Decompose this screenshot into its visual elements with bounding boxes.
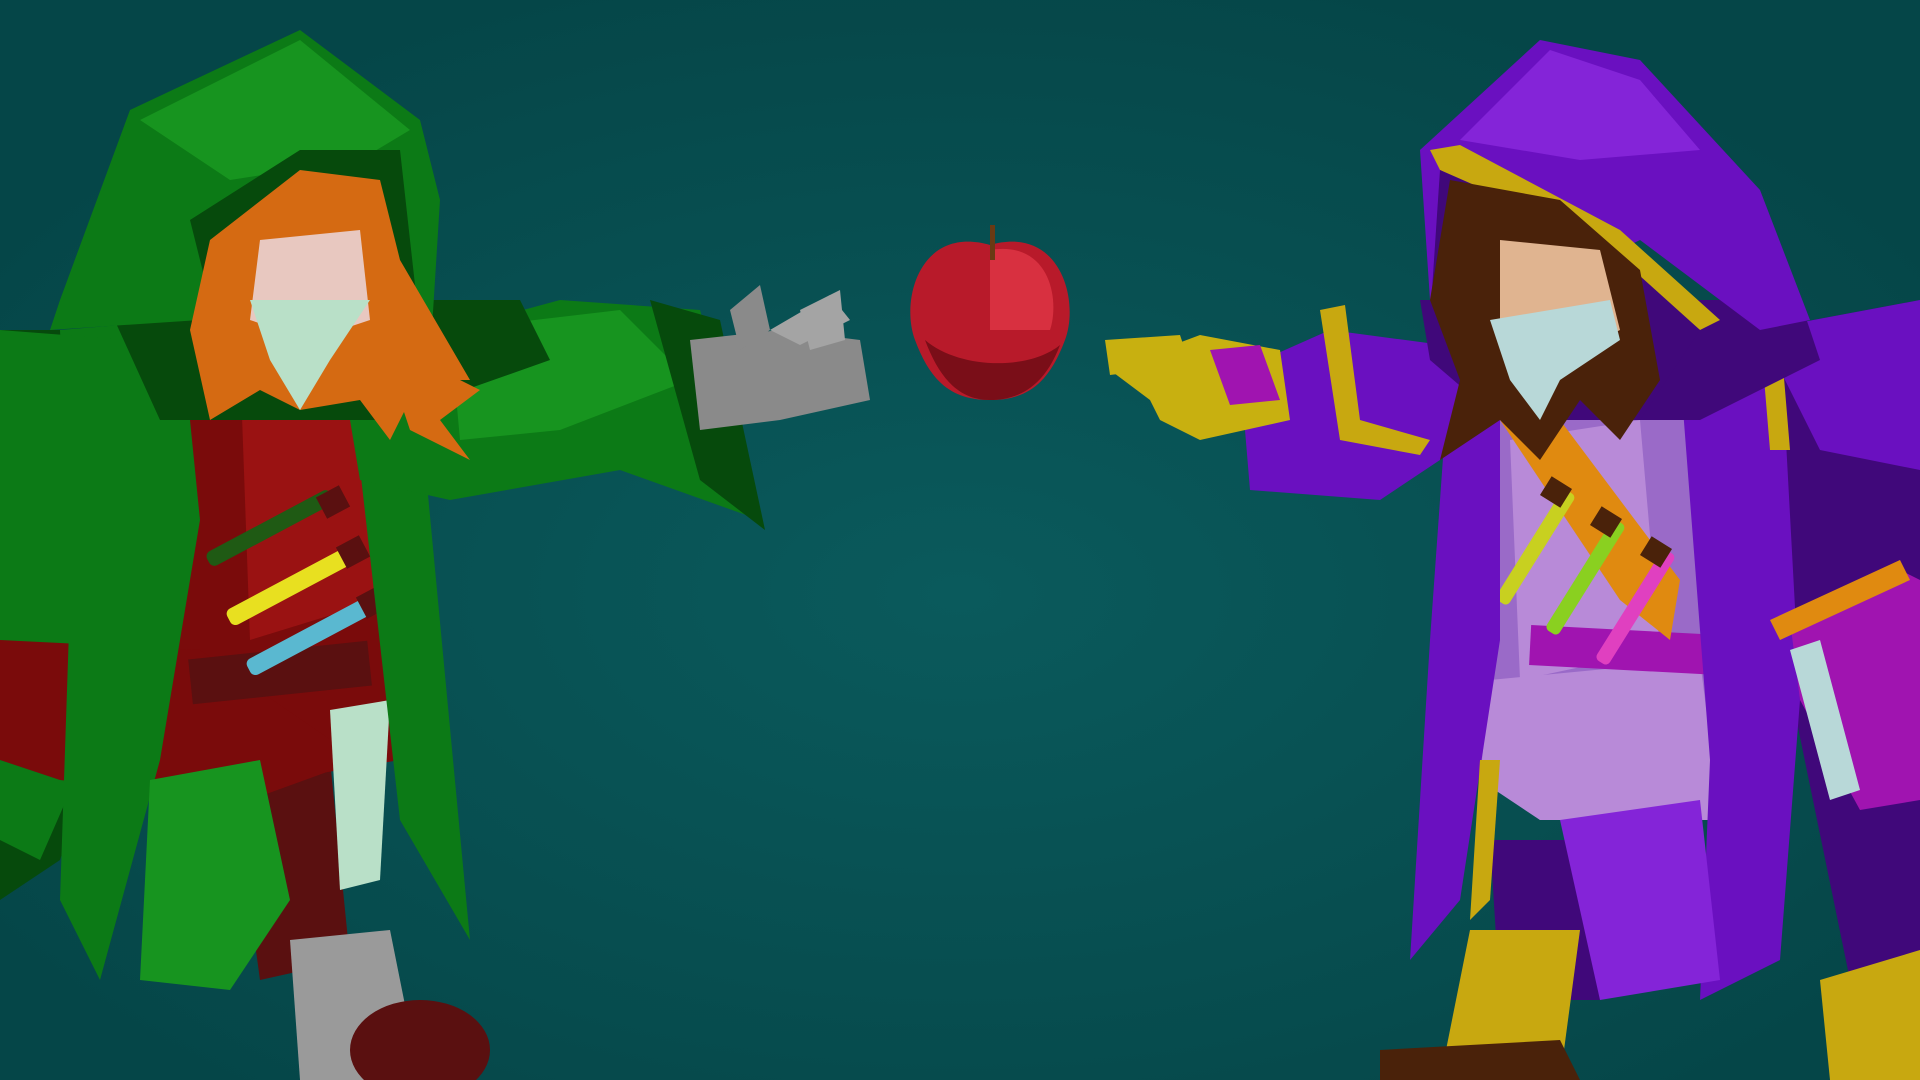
game-scene bbox=[0, 0, 1920, 1080]
green-leg-wrap bbox=[330, 700, 390, 890]
apple-stem bbox=[990, 225, 995, 260]
green-arm-back bbox=[0, 330, 130, 430]
purple-skirt bbox=[1480, 660, 1720, 820]
